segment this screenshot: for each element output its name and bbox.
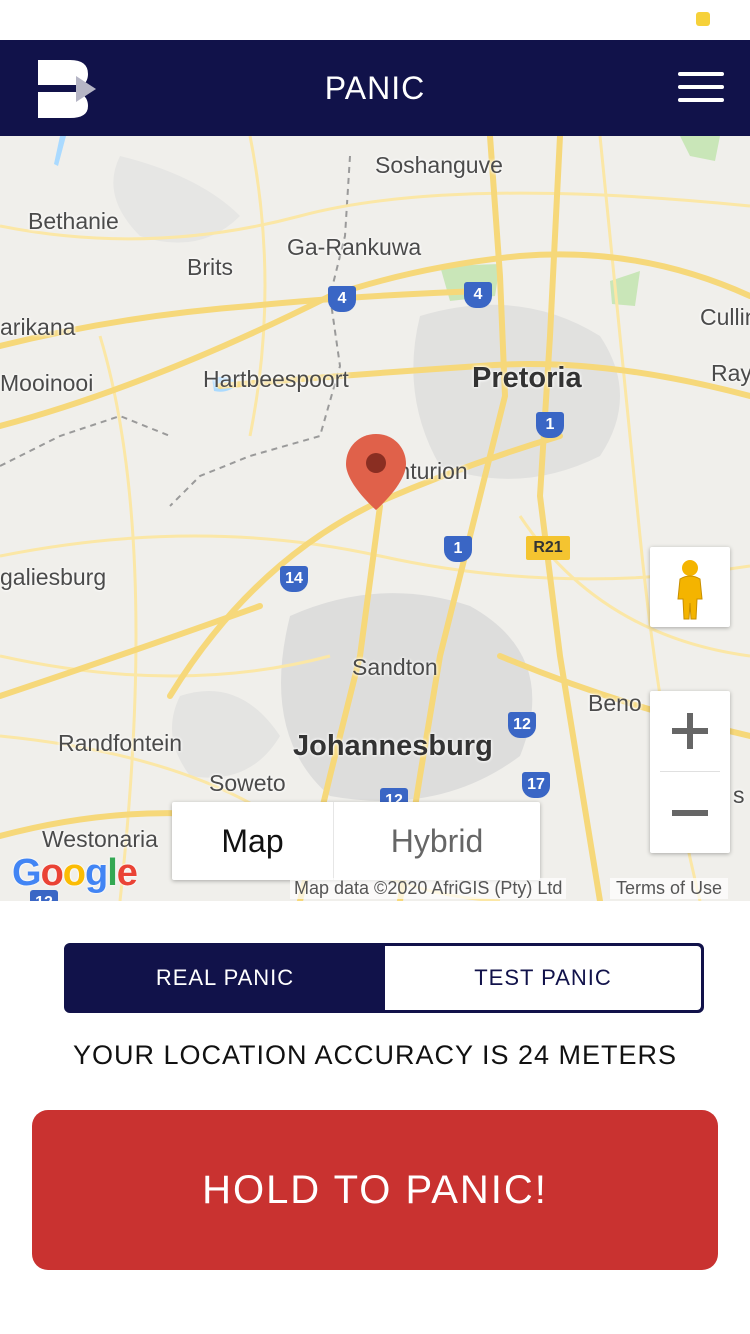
zoom-controls [650,691,730,853]
map-place-label: Beno [588,690,642,716]
map-place-label: s [733,782,745,808]
map-place-label: Ray [711,360,750,386]
page-title: PANIC [324,70,426,106]
map-type-map-button[interactable]: Map [172,802,333,880]
google-logo: Google [12,852,138,894]
route-shield: 17 [522,772,550,798]
map-place-label: Mooinooi [0,370,94,396]
zoom-out-button[interactable] [650,773,730,853]
map-place-label: Soweto [209,770,286,796]
map-place-label: Brits [187,254,233,280]
app-header: PANIC [0,40,750,136]
route-shield: 1 [444,536,472,562]
panic-mode-toggle: REAL PANIC TEST PANIC [64,943,704,1013]
test-panic-tab[interactable]: TEST PANIC [385,946,701,1010]
route-shield: 14 [280,566,308,592]
hold-to-panic-button[interactable]: HOLD TO PANIC! [32,1110,718,1270]
street-view-pegman-button[interactable] [650,547,730,627]
plus-icon [672,713,708,749]
map-type-control: Map Hybrid [172,802,540,880]
real-panic-tab[interactable]: REAL PANIC [67,946,383,1010]
map-view[interactable]: Soshanguve Bethanie Ga-Rankuwa Brits ari… [0,136,750,901]
map-place-label: Sandton [352,654,438,680]
map-attribution: Map data ©2020 AfriGIS (Pty) Ltd [290,878,567,899]
minus-icon [672,810,708,816]
map-place-label: Hartbeespoort [203,366,349,392]
route-shield: 4 [328,286,356,312]
status-bar [0,0,750,40]
map-place-label: galiesburg [0,564,107,590]
map-type-hybrid-button[interactable]: Hybrid [334,802,540,880]
route-shield: 1 [536,412,564,438]
pegman-icon [677,560,703,620]
map-place-label: Soshanguve [375,152,503,178]
map-place-label: Randfontein [58,730,183,756]
map-place-label: arikana [0,314,76,340]
map-place-label: Ga-Rankuwa [287,234,422,260]
route-shield: 4 [464,282,492,308]
route-shield: R21 [526,536,570,560]
map-place-label: Bethanie [28,208,119,234]
route-shield: 12 [508,712,536,738]
map-place-label: Johannesburg [293,730,493,762]
zoom-in-button[interactable] [650,691,730,771]
location-pin-icon[interactable] [344,432,408,512]
terms-of-use-link[interactable]: Terms of Use [610,878,729,899]
map-place-label: Westonaria [42,826,158,852]
zoom-divider [660,771,720,772]
hamburger-menu-icon[interactable] [678,72,724,102]
map-place-label: Cullin [700,304,750,330]
location-accuracy-text: YOUR LOCATION ACCURACY IS 24 METERS [72,1040,678,1070]
map-place-label: Pretoria [472,362,582,394]
status-indicator-icon [696,12,710,26]
